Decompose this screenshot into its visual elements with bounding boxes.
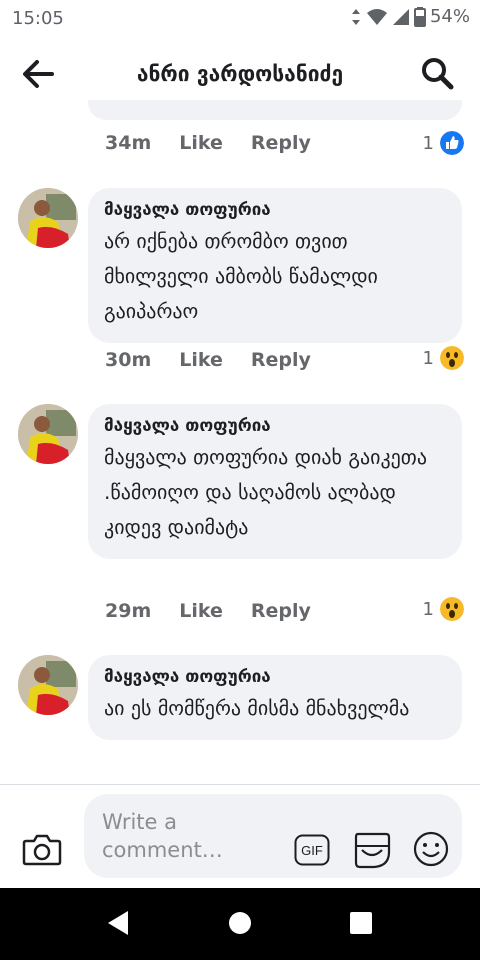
comment-author[interactable]: მაყვალა თოფურია — [104, 416, 446, 436]
avatar-photo — [18, 188, 78, 248]
search-icon — [422, 58, 454, 90]
gif-icon: GIF — [294, 834, 330, 866]
comment-author[interactable]: მაყვალა თოფურია — [104, 667, 446, 687]
wow-reaction-icon — [440, 597, 464, 621]
comment-bubble[interactable]: მაყვალა თოფურია არ იქნება თრომბო თვით მხ… — [88, 188, 462, 343]
like-reaction-icon — [440, 131, 464, 155]
comment-time: 30m — [105, 349, 152, 371]
comment-bubble[interactable]: მაყვალა თოფურია აი ეს მომწერა მისმა მნახ… — [88, 655, 462, 740]
comment-time: 29m — [105, 600, 152, 622]
reply-button[interactable]: Reply — [251, 349, 311, 371]
nav-recents-icon[interactable] — [350, 912, 372, 934]
comment-time: 34m — [105, 132, 152, 154]
data-arrows-icon — [351, 8, 360, 25]
status-bar: 15:05 54% — [0, 0, 480, 36]
like-button[interactable]: Like — [179, 349, 223, 371]
gif-button[interactable]: GIF — [294, 834, 330, 866]
like-button[interactable]: Like — [179, 600, 223, 622]
reply-button[interactable]: Reply — [251, 132, 311, 154]
search-button[interactable] — [420, 56, 460, 96]
wow-reaction-icon — [440, 346, 464, 370]
reaction-summary[interactable]: 1 — [423, 346, 464, 370]
reaction-count: 1 — [422, 347, 434, 369]
sticker-button[interactable] — [352, 830, 392, 870]
comment-meta: 29m Like Reply — [105, 600, 311, 622]
comment-thread: 34m Like Reply 1 მაყვალა თოფურია არ იქნე… — [0, 100, 480, 784]
comment-input[interactable]: Write a comment… GIF — [84, 794, 462, 878]
camera-button[interactable] — [22, 831, 62, 871]
reaction-count: 1 — [422, 132, 434, 154]
status-icons: 54% — [350, 6, 470, 27]
camera-icon — [22, 834, 62, 866]
comment-text: არ იქნება თრომბო თვით მხილველი ამბობს წა… — [104, 229, 378, 323]
avatar-photo — [18, 404, 78, 464]
gif-label: GIF — [301, 843, 323, 858]
comment-meta: 34m Like Reply — [105, 132, 311, 154]
signal-icon — [392, 8, 409, 25]
comment-author[interactable]: მაყვალა თოფურია — [104, 200, 446, 220]
previous-comment-bubble — [88, 100, 462, 120]
wifi-icon — [366, 8, 387, 25]
nav-back-icon[interactable] — [106, 910, 130, 936]
page-title: ანრი ვარდოსანიძე — [136, 62, 344, 86]
avatar[interactable] — [18, 404, 78, 464]
battery-icon — [413, 6, 426, 27]
reaction-summary[interactable]: 1 — [423, 597, 464, 621]
reaction-summary[interactable]: 1 — [423, 131, 464, 155]
comment-bubble[interactable]: მაყვალა თოფურია მაყვალა თოფურია დიახ გაი… — [88, 404, 462, 559]
avatar-photo — [18, 655, 78, 715]
like-button[interactable]: Like — [179, 132, 223, 154]
status-time: 15:05 — [12, 8, 64, 29]
system-nav-bar — [0, 888, 480, 960]
reaction-count: 1 — [422, 598, 434, 620]
emoji-icon — [413, 831, 449, 867]
comment-text: აი ეს მომწერა მისმა მნახველმა — [104, 696, 410, 720]
avatar[interactable] — [18, 188, 78, 248]
avatar[interactable] — [18, 655, 78, 715]
battery-percent: 54% — [429, 6, 470, 27]
comment-text: მაყვალა თოფურია დიახ გაიკეთა .წამოიღო და… — [104, 445, 427, 539]
reply-button[interactable]: Reply — [251, 600, 311, 622]
comment-meta: 30m Like Reply — [105, 349, 311, 371]
nav-home-icon[interactable] — [229, 912, 251, 934]
emoji-button[interactable] — [412, 830, 450, 868]
sticker-icon — [354, 832, 391, 869]
comment-input-placeholder[interactable]: Write a comment… — [102, 808, 242, 864]
comment-composer: Write a comment… GIF — [0, 785, 480, 888]
